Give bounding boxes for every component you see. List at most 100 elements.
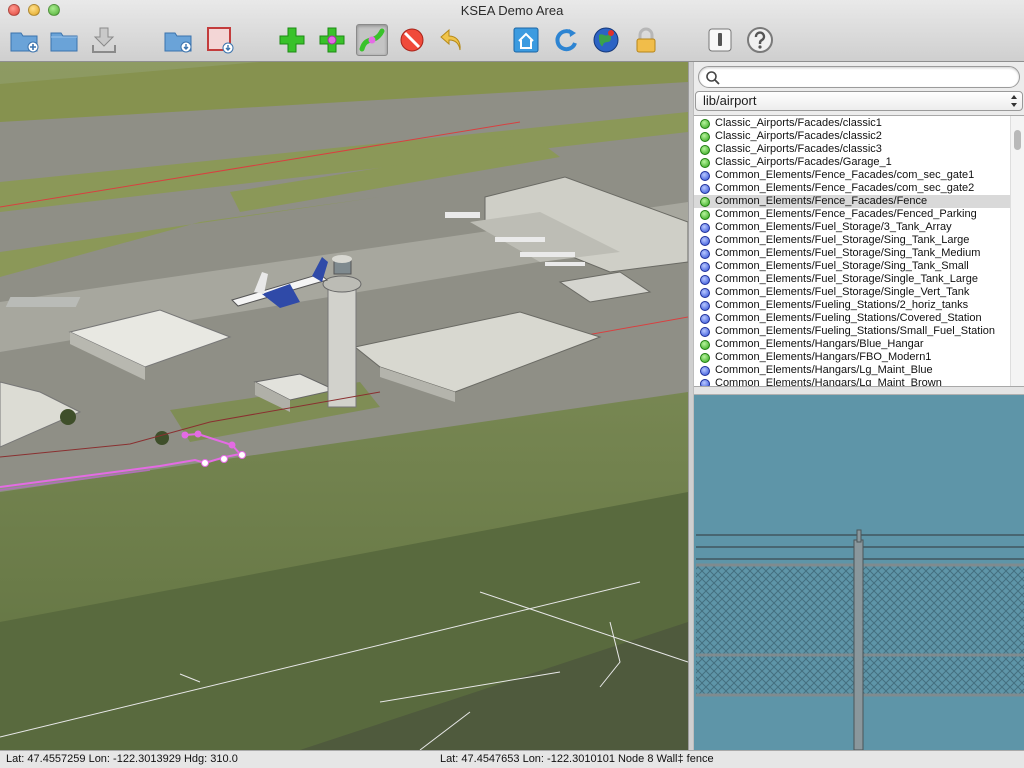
library-list-item[interactable]: Common_Elements/Fuel_Storage/Single_Vert… <box>694 286 1010 299</box>
open-folder-button[interactable] <box>48 24 80 56</box>
lock-button[interactable] <box>630 24 662 56</box>
library-list-item[interactable]: Classic_Airports/Facades/classic1 <box>694 117 1010 130</box>
object-status-icon <box>700 223 710 233</box>
library-list-item[interactable]: Classic_Airports/Facades/classic3 <box>694 143 1010 156</box>
library-panel: lib/airport Common_Elements/Hangars/Lg_M… <box>694 62 1024 750</box>
import-button[interactable] <box>162 24 194 56</box>
status-bar: Lat: 47.4557259 Lon: -122.3013929 Hdg: 3… <box>0 750 1024 768</box>
facade-status-icon <box>700 132 710 142</box>
object-status-icon <box>700 379 710 386</box>
export-button[interactable] <box>204 24 236 56</box>
library-list-item[interactable]: Common_Elements/Fuel_Storage/Single_Tank… <box>694 273 1010 286</box>
library-list-item[interactable]: Common_Elements/Fueling_Stations/Small_F… <box>694 325 1010 338</box>
window-title: KSEA Demo Area <box>460 3 564 18</box>
library-item-label: Classic_Airports/Facades/classic1 <box>715 117 882 129</box>
folder-icon <box>50 32 78 52</box>
facade-status-icon <box>700 340 710 350</box>
object-preview <box>694 395 1024 750</box>
object-status-icon <box>700 236 710 246</box>
house-icon <box>513 27 539 53</box>
object-status-icon <box>700 184 710 194</box>
library-list-item[interactable]: Common_Elements/Hangars/Lg_Maint_Brown <box>694 377 1010 386</box>
library-list-item[interactable]: Common_Elements/Fuel_Storage/Sing_Tank_L… <box>694 234 1010 247</box>
library-item-label: Common_Elements/Fence_Facades/com_sec_ga… <box>715 182 975 194</box>
add-node-button[interactable] <box>316 24 348 56</box>
facade-status-icon <box>700 197 710 207</box>
library-item-label: Common_Elements/Fence_Facades/com_sec_ga… <box>715 169 975 181</box>
no-entry-icon <box>400 28 424 52</box>
library-list-item[interactable]: Common_Elements/Fence_Facades/Fenced_Par… <box>694 208 1010 221</box>
app-window: KSEA Demo Area lib/airport Common_Elemen… <box>0 0 1024 768</box>
undo-arrow-icon <box>440 28 461 51</box>
library-list-item[interactable]: Common_Elements/Hangars/Lg_Maint_Blue <box>694 364 1010 377</box>
library-list-item[interactable]: Common_Elements/Fence_Facades/com_sec_ga… <box>694 169 1010 182</box>
library-list-item[interactable]: Common_Elements/Fueling_Stations/Covered… <box>694 312 1010 325</box>
facade-status-icon <box>700 353 710 363</box>
library-item-label: Common_Elements/Fuel_Storage/3_Tank_Arra… <box>715 221 952 233</box>
selected-node-info: Lat: 47.4547653 Lon: -122.3010101 Node 8… <box>440 753 714 765</box>
object-status-icon <box>700 275 710 285</box>
library-list-item[interactable]: Common_Elements/Fuel_Storage/Sing_Tank_M… <box>694 247 1010 260</box>
object-status-icon <box>700 301 710 311</box>
green-plus-icon <box>279 27 305 53</box>
switch-icon <box>708 28 732 52</box>
library-search[interactable] <box>698 66 1020 88</box>
search-icon <box>706 71 720 85</box>
library-list-item[interactable]: Common_Elements/Hangars/FBO_Modern1 <box>694 351 1010 364</box>
library-list-scrollbar[interactable] <box>1010 116 1024 386</box>
library-item-label: Common_Elements/Fence_Facades/Fenced_Par… <box>715 208 977 220</box>
library-list[interactable]: Common_Elements/Hangars/Lg_Maint_Brown Co… <box>694 115 1024 387</box>
undo-button[interactable] <box>436 24 468 56</box>
add-item-button[interactable] <box>276 24 308 56</box>
library-item-label: Common_Elements/Fuel_Storage/Single_Tank… <box>715 273 978 285</box>
title-toolbar: KSEA Demo Area <box>0 0 1024 62</box>
rotate-button[interactable] <box>550 24 582 56</box>
curve-tool-icon <box>359 28 385 52</box>
select-arrows-icon <box>1011 95 1017 107</box>
library-list-item[interactable]: Common_Elements/Fueling_Stations/2_horiz… <box>694 299 1010 312</box>
library-item-label: Common_Elements/Fuel_Storage/Sing_Tank_L… <box>715 234 970 246</box>
object-status-icon <box>700 288 710 298</box>
library-list-item[interactable]: Common_Elements/Fence_Facades/Fence <box>694 195 1010 208</box>
globe-icon <box>593 27 619 53</box>
library-path-value: lib/airport <box>703 93 757 108</box>
object-status-icon <box>700 314 710 324</box>
folder-plus-icon <box>10 32 39 53</box>
folder-import-icon <box>164 32 192 53</box>
bezier-tool-button[interactable] <box>356 24 388 56</box>
library-item-label: Classic_Airports/Facades/classic2 <box>715 130 882 142</box>
object-status-icon <box>700 171 710 181</box>
library-item-label: Common_Elements/Hangars/FBO_Modern1 <box>715 351 932 363</box>
scrollbar-thumb[interactable] <box>1014 130 1021 150</box>
delete-button[interactable] <box>396 24 428 56</box>
map-view[interactable] <box>0 62 688 750</box>
help-button[interactable] <box>744 24 776 56</box>
horizontal-splitter[interactable] <box>694 387 1024 395</box>
cursor-coordinates: Lat: 47.4557259 Lon: -122.3013929 Hdg: 3… <box>6 753 238 765</box>
library-list-item[interactable]: Common_Elements/Fuel_Storage/Sing_Tank_S… <box>694 260 1010 273</box>
library-item-label: Common_Elements/Fueling_Stations/Covered… <box>715 312 982 324</box>
plus-node-icon <box>319 27 345 53</box>
library-list-item[interactable]: Common_Elements/Fence_Facades/com_sec_ga… <box>694 182 1010 195</box>
library-list-item[interactable]: Classic_Airports/Facades/classic2 <box>694 130 1010 143</box>
box-export-icon <box>207 27 234 54</box>
object-status-icon <box>700 249 710 259</box>
facade-status-icon <box>700 158 710 168</box>
object-status-icon <box>700 327 710 337</box>
library-item-label: Common_Elements/Fuel_Storage/Sing_Tank_S… <box>715 260 969 272</box>
globe-button[interactable] <box>590 24 622 56</box>
search-input[interactable] <box>725 69 1005 85</box>
library-list-item[interactable]: Common_Elements/Hangars/Blue_Hangar <box>694 338 1010 351</box>
library-item-label: Common_Elements/Fueling_Stations/2_horiz… <box>715 299 969 311</box>
save-button[interactable] <box>88 24 120 56</box>
library-item-label: Common_Elements/Fuel_Storage/Single_Vert… <box>715 286 970 298</box>
library-path-select[interactable]: lib/airport <box>695 91 1023 111</box>
object-status-icon <box>700 366 710 376</box>
library-list-item[interactable]: Classic_Airports/Facades/Garage_1 <box>694 156 1010 169</box>
library-item-label: Classic_Airports/Facades/Garage_1 <box>715 156 892 168</box>
facade-status-icon <box>700 210 710 220</box>
home-view-button[interactable] <box>510 24 542 56</box>
new-folder-button[interactable] <box>8 24 40 56</box>
library-list-item[interactable]: Common_Elements/Fuel_Storage/3_Tank_Arra… <box>694 221 1010 234</box>
inspector-button[interactable] <box>704 24 736 56</box>
